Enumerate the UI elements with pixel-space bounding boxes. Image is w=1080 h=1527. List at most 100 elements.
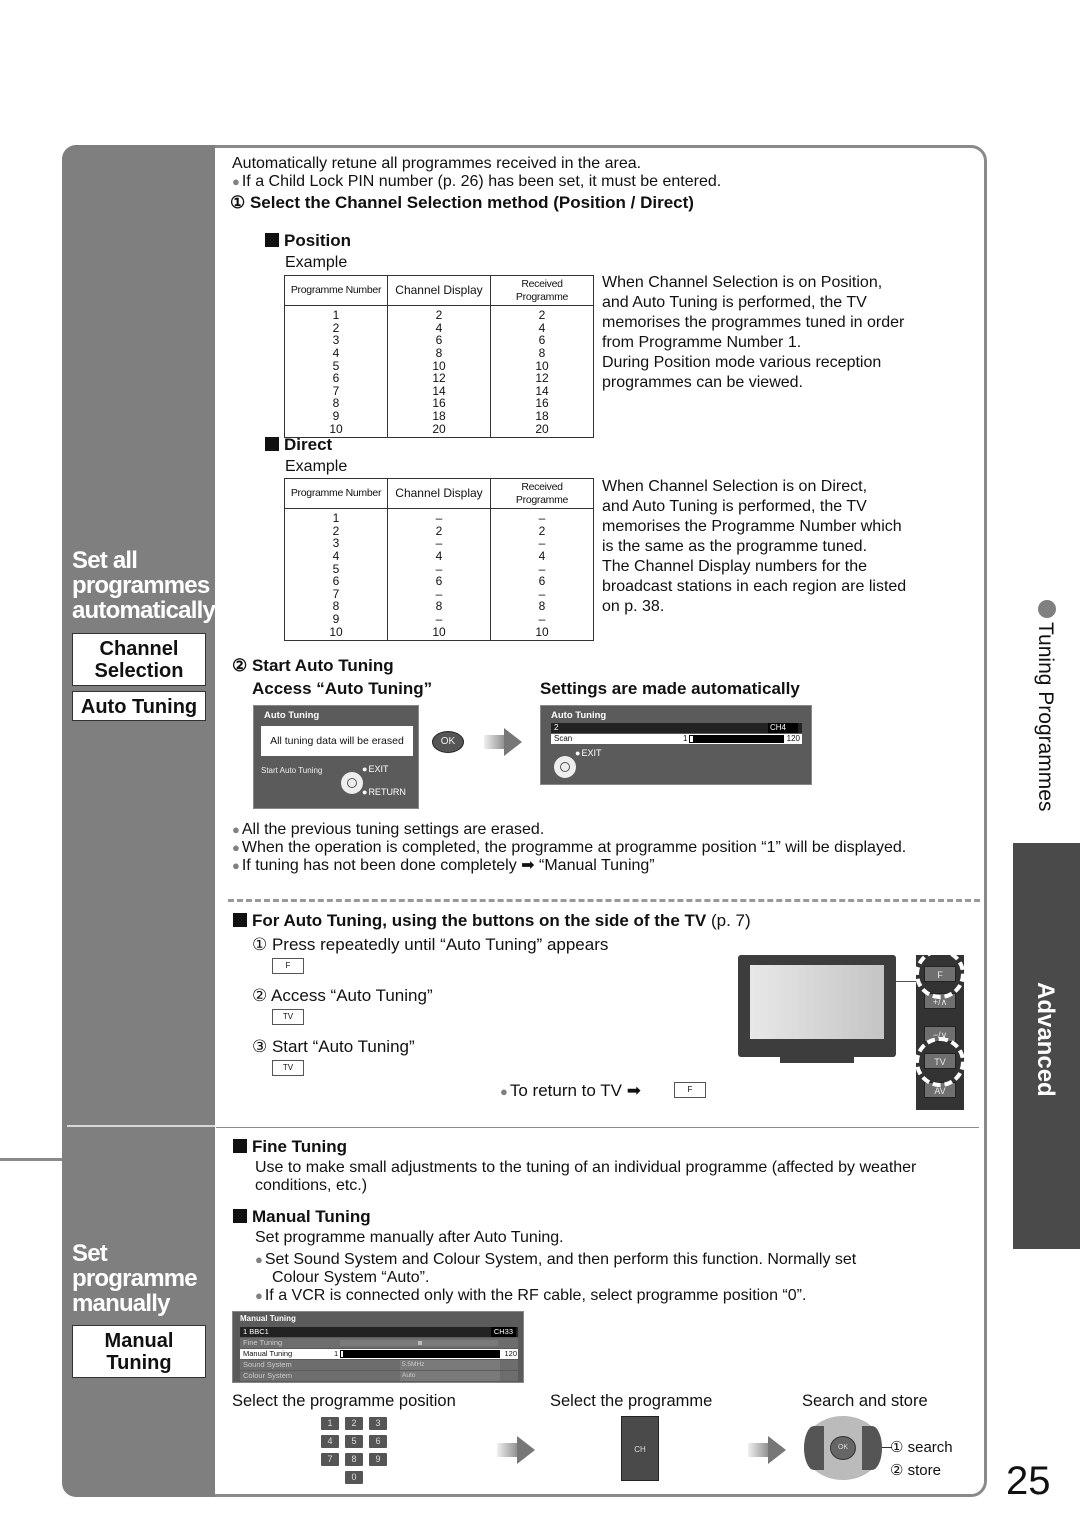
arrow-right-icon	[497, 1436, 535, 1464]
direct-heading: Direct	[265, 436, 332, 454]
manual-section-title: Set programme manually	[72, 1241, 198, 1317]
osd-title: Manual Tuning	[240, 1314, 296, 1323]
osd-manual-tuning: Manual Tuning 1 BBC1 CH33 Fine Tuning Ma…	[232, 1311, 524, 1383]
menu-box-channel-selection: Channel Selection	[72, 633, 206, 686]
direct-example-label: Example	[285, 458, 348, 475]
scan-label: Scan	[554, 734, 573, 743]
scan-progress-fill	[690, 736, 693, 742]
desc-line: broadcast stations in each region are li…	[602, 578, 907, 595]
number-key-5: 5	[345, 1435, 363, 1448]
table-cell: 20	[387, 422, 491, 439]
osd-auto-tuning-progress: Auto Tuning 2 CH4 Scan 1 120 EXIT	[540, 705, 812, 785]
f-key-icon: F	[674, 1082, 706, 1098]
step2-title: ② Start Auto Tuning	[232, 656, 394, 675]
table-cell: 4	[387, 550, 491, 563]
table-cell: –	[490, 508, 594, 525]
table-row: 666	[284, 575, 594, 588]
table-cell: 1	[284, 305, 388, 322]
number-key-1: 1	[321, 1417, 339, 1430]
ok-key: OK	[830, 1436, 856, 1460]
dashed-divider	[228, 899, 980, 902]
table-cell: 8	[490, 347, 594, 360]
manual-tuning-heading: Manual Tuning	[233, 1208, 371, 1226]
table-row: 9 18 18	[284, 410, 594, 423]
position-description: When Channel Selection is on Position, a…	[602, 273, 904, 393]
square-bullet-icon	[233, 1139, 247, 1153]
table-cell: 6	[387, 575, 491, 588]
highlight-ring	[915, 1037, 965, 1087]
column-header: Received Programme	[490, 274, 594, 307]
search-label: ① search	[890, 1439, 953, 1456]
osd-scan-row: Scan 1 120	[551, 734, 802, 744]
flow-step-select-programme: Select the programme	[550, 1392, 713, 1410]
access-auto-tuning-label: Access “Auto Tuning”	[252, 679, 433, 698]
chapter-tab-label: Advanced	[1032, 982, 1059, 1097]
table-cell: 6	[284, 575, 388, 588]
auto-tuning-notes: All the previous tuning settings are era…	[232, 821, 952, 875]
desc-line: memorises the programmes tuned in order	[602, 314, 905, 331]
channel-label: CH33	[490, 1327, 516, 1337]
desc-line: on p. 38.	[602, 598, 665, 615]
column-header: Received Programme	[490, 477, 594, 510]
table-row: 488	[284, 347, 594, 360]
square-bullet-icon	[265, 233, 279, 247]
column-header: Programme Number	[284, 477, 388, 510]
menu-box-manual-tuning: Manual Tuning	[72, 1325, 206, 1378]
column-header: Programme Number	[284, 274, 388, 307]
desc-line: When Channel Selection is on Position,	[602, 274, 883, 291]
table-cell: 2	[387, 305, 491, 322]
position-example-label: Example	[285, 254, 348, 271]
number-key-6: 6	[369, 1435, 387, 1448]
table-cell: 1	[284, 508, 388, 525]
osd-warning-message: All tuning data will be erased	[261, 726, 413, 756]
table-cell: 10	[387, 625, 491, 642]
osd-title: Auto Tuning	[264, 710, 320, 721]
heading-text: Position	[284, 231, 352, 250]
note-item: If tuning has not been done completely ➡…	[232, 857, 952, 875]
manual-tuning-description: Set programme manually after Auto Tuning…	[255, 1229, 564, 1246]
navigation-pad-icon	[341, 772, 363, 794]
osd-title: Auto Tuning	[551, 710, 607, 721]
number-key-7: 7	[321, 1453, 339, 1466]
menu-line: Channel	[99, 638, 179, 660]
title-line: Set all	[72, 547, 138, 574]
row-label: Manual Tuning	[243, 1349, 293, 1358]
row-label: Colour System	[243, 1371, 293, 1380]
range-max: 120	[504, 1349, 517, 1358]
page-ref: (p. 7)	[710, 911, 751, 930]
row-label: Fine Tuning	[243, 1338, 283, 1347]
heading-text: Manual Tuning	[252, 1207, 371, 1226]
desc-line: memorises the Programme Number which	[602, 518, 902, 535]
note-item: When the operation is completed, the pro…	[232, 839, 952, 857]
table-cell: –	[490, 613, 594, 626]
table-cell: 10	[284, 625, 388, 642]
osd-start-label: Start Auto Tuning	[261, 766, 323, 775]
number-key-3: 3	[369, 1417, 387, 1430]
column-header: Channel Display	[387, 477, 491, 510]
table-row: 444	[284, 550, 594, 563]
sidebar-divider	[67, 1125, 215, 1127]
page-number: 25	[1006, 1459, 1051, 1503]
menu-line: Selection	[94, 660, 184, 682]
square-bullet-icon	[233, 1209, 247, 1223]
return-to-tv-note: To return to TV ➡	[500, 1082, 641, 1101]
heading-text: For Auto Tuning, using the buttons on th…	[252, 911, 707, 930]
osd-row-colour-system: Colour System Auto	[240, 1371, 518, 1381]
osd-return-label: RETURN	[362, 787, 406, 797]
table-cell: 18	[490, 410, 594, 423]
title-line: automatically	[72, 597, 216, 624]
table-cell: 6	[490, 575, 594, 588]
programme-name: 1 BBC1	[243, 1327, 269, 1336]
table-cell: 2	[490, 305, 594, 322]
table-cell: 4	[490, 550, 594, 563]
position-example-table: Programme Number Channel Display Receive…	[284, 274, 594, 439]
square-bullet-icon	[265, 437, 279, 451]
navigation-pad-icon	[554, 756, 576, 778]
table-cell: 12	[490, 372, 594, 385]
highlight-ring	[915, 949, 965, 999]
ok-button-icon: OK	[432, 731, 464, 753]
tv-stand	[780, 1055, 854, 1063]
table-row: 10 10 10	[284, 625, 594, 642]
heading-text: Fine Tuning	[252, 1137, 348, 1156]
title-line: manually	[72, 1290, 170, 1317]
